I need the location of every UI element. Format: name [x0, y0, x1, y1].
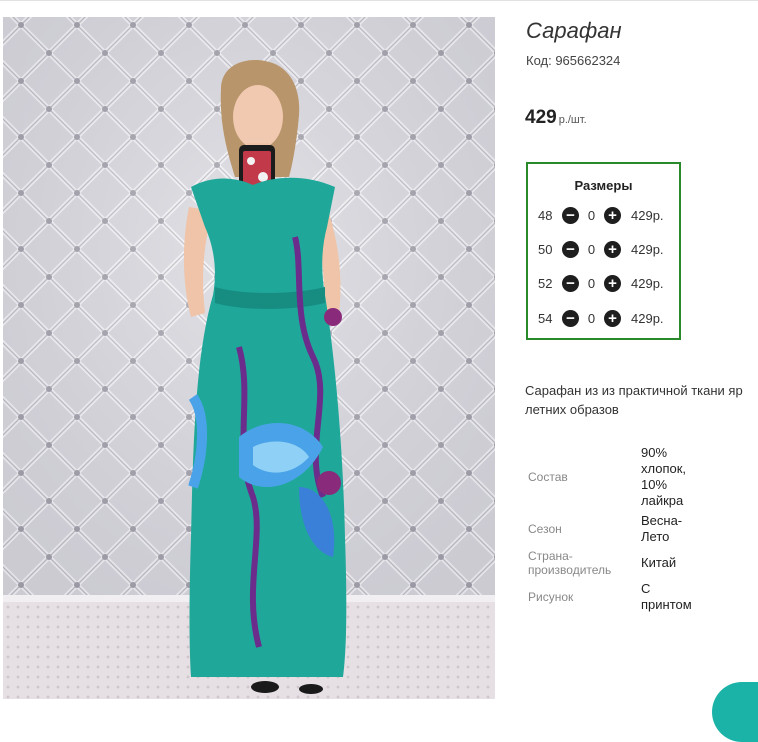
size-quantity: 0	[587, 207, 596, 223]
size-row-48: 48 − 0 + 429р.	[538, 205, 664, 225]
size-price: 429р.	[631, 310, 664, 326]
plus-circle-icon[interactable]: +	[604, 240, 621, 258]
spec-label-country: Страна-производитель	[528, 549, 612, 577]
product-photo[interactable]	[3, 17, 495, 699]
spec-label-pattern: Рисунок	[528, 590, 574, 604]
chat-widget-button[interactable]	[712, 682, 758, 742]
size-label: 48	[538, 207, 553, 223]
plus-circle-icon[interactable]: +	[604, 309, 621, 327]
size-label: 54	[538, 310, 553, 326]
plus-circle-icon[interactable]: +	[604, 274, 621, 292]
size-price: 429р.	[631, 207, 664, 223]
price-unit: р./шт.	[558, 114, 587, 126]
spec-value-pattern: С принтом	[641, 581, 692, 612]
model-figure	[183, 60, 347, 694]
size-label: 50	[538, 241, 553, 257]
minus-circle-icon[interactable]: −	[562, 309, 579, 327]
product-description: Сарафан из из практичной ткани яр летних…	[525, 381, 758, 421]
sizes-heading: Размеры	[574, 178, 633, 193]
top-divider	[0, 0, 758, 1]
minus-circle-icon[interactable]: −	[562, 206, 579, 224]
size-label: 52	[538, 275, 553, 291]
size-row-50: 50 − 0 + 429р.	[538, 239, 664, 259]
spec-value-season: Весна-Лето	[641, 513, 683, 544]
size-row-52: 52 − 0 + 429р.	[538, 273, 664, 293]
spec-label-season: Сезон	[528, 522, 562, 536]
size-quantity: 0	[587, 241, 596, 257]
minus-circle-icon[interactable]: −	[562, 240, 579, 258]
minus-circle-icon[interactable]: −	[562, 274, 579, 292]
size-quantity: 0	[587, 310, 596, 326]
product-price: 429 р./шт.	[525, 107, 587, 129]
product-title: Сарафан	[526, 18, 622, 43]
plus-circle-icon[interactable]: +	[604, 206, 621, 224]
description-line: летних образов	[525, 402, 619, 417]
spec-value-composition: 90% хлопок, 10% лайкра	[641, 445, 687, 508]
description-line: Сарафан из из практичной ткани яр	[525, 383, 743, 398]
size-selector: Размеры 48 − 0 + 429р. 50 − 0 + 429р. 52…	[526, 162, 681, 340]
size-price: 429р.	[631, 275, 664, 291]
size-price: 429р.	[631, 241, 664, 257]
spec-value-country: Китай	[641, 555, 677, 570]
price-amount: 429	[525, 107, 557, 128]
spec-label-composition: Состав	[528, 470, 568, 484]
size-row-54: 54 − 0 + 429р.	[538, 308, 664, 328]
size-quantity: 0	[587, 275, 596, 291]
product-code: Код: 965662324	[526, 53, 621, 68]
